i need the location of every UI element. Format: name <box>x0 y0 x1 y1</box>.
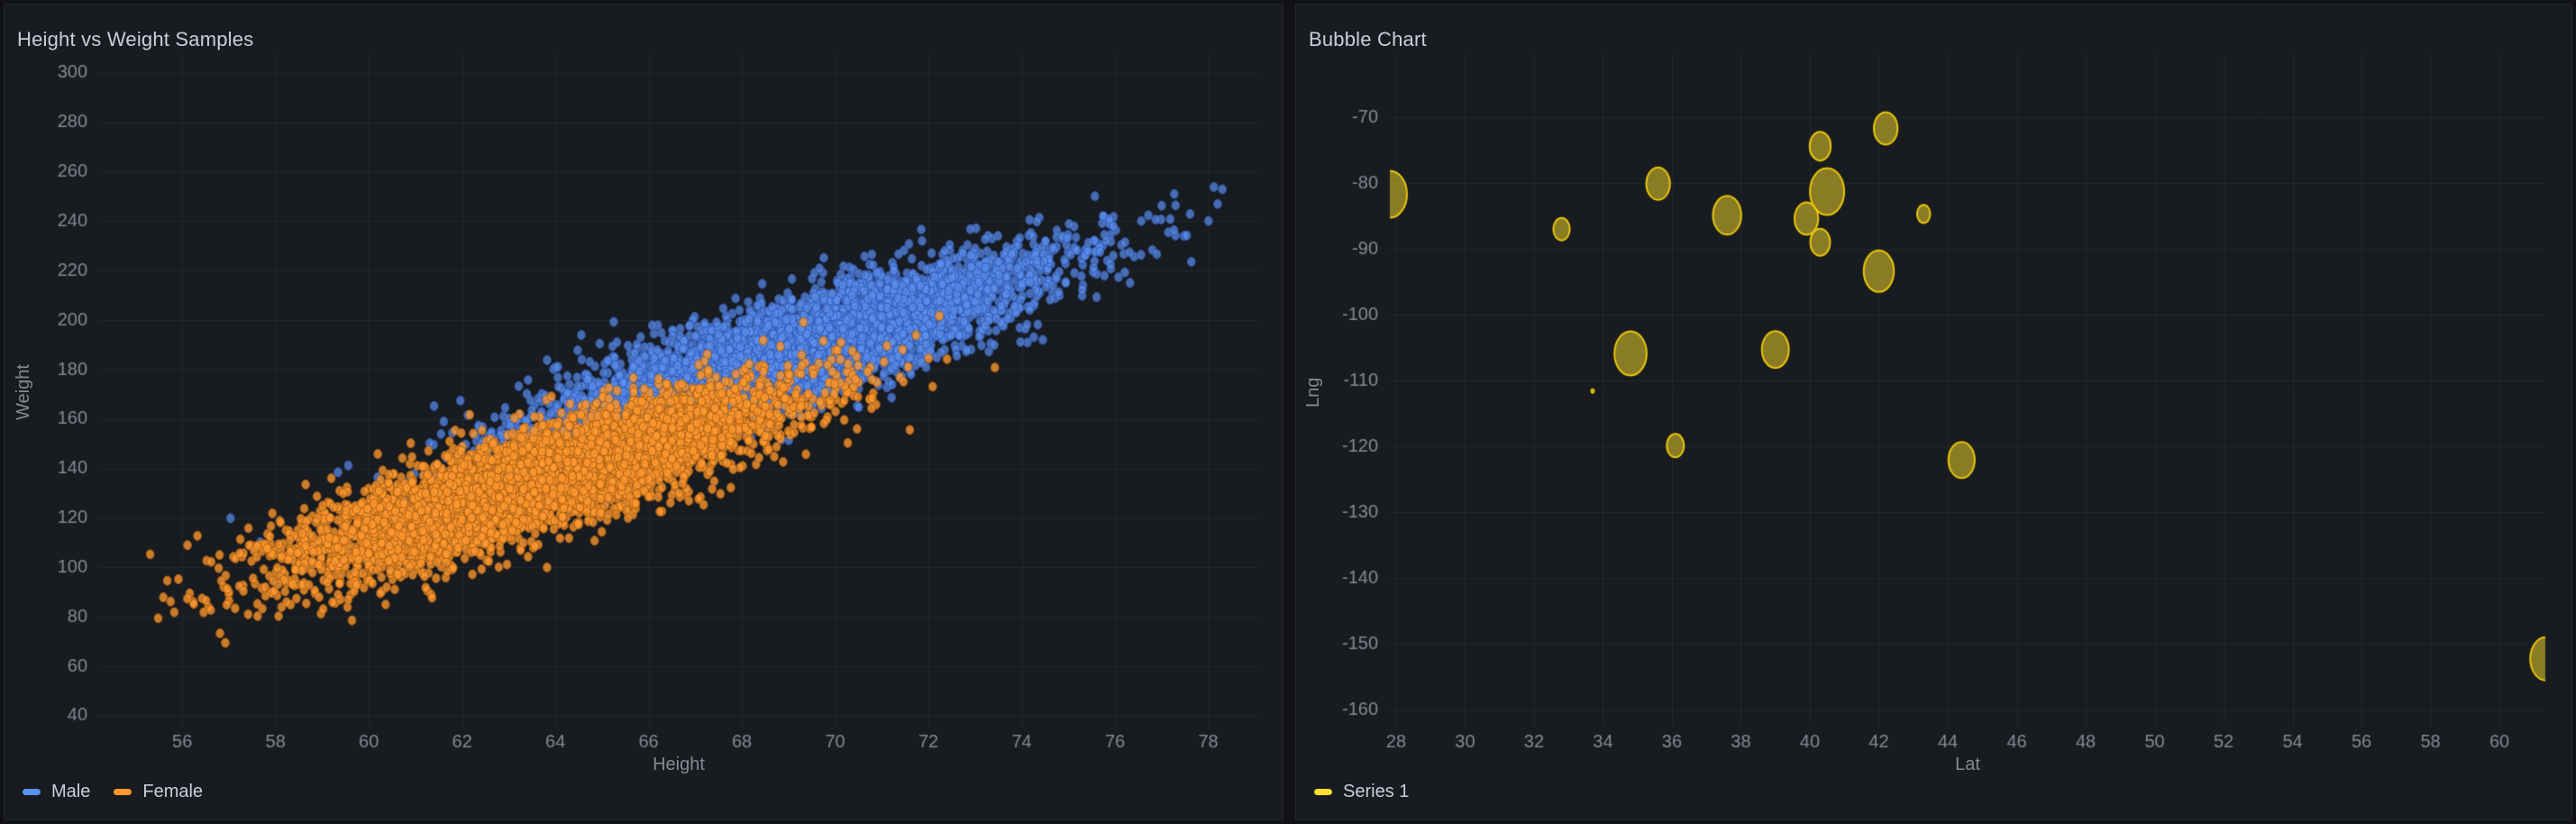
legend-item-series-1[interactable]: Series 1 <box>1314 782 1409 802</box>
panel-bubble-chart: Bubble Chart Lat Lng Series 1 <box>1295 4 2572 820</box>
legend-item-female[interactable]: Female <box>114 782 203 802</box>
grafana-dashboard: { "page": { "background": "#111217", "pa… <box>0 0 2576 824</box>
legend-label: Series 1 <box>1343 782 1409 802</box>
legend: Male Female <box>23 782 203 802</box>
bubble-chart-canvas[interactable] <box>1296 5 2571 819</box>
legend-label: Female <box>142 782 203 802</box>
y-axis-label-lng: Lng <box>1303 275 1324 509</box>
male-series-swatch <box>23 789 41 795</box>
series-1-swatch <box>1314 789 1332 795</box>
legend-item-male[interactable]: Male <box>23 782 90 802</box>
x-axis-label-lat: Lat <box>1390 755 2545 775</box>
height-weight-chart-canvas[interactable] <box>5 5 1283 819</box>
legend-label: Male <box>51 782 90 802</box>
female-series-swatch <box>114 789 132 795</box>
y-axis-label-weight: Weight <box>14 275 34 509</box>
panel-height-vs-weight: Height vs Weight Samples Height Weight M… <box>4 4 1283 820</box>
x-axis-label-height: Height <box>98 755 1259 775</box>
legend: Series 1 <box>1314 782 1409 802</box>
